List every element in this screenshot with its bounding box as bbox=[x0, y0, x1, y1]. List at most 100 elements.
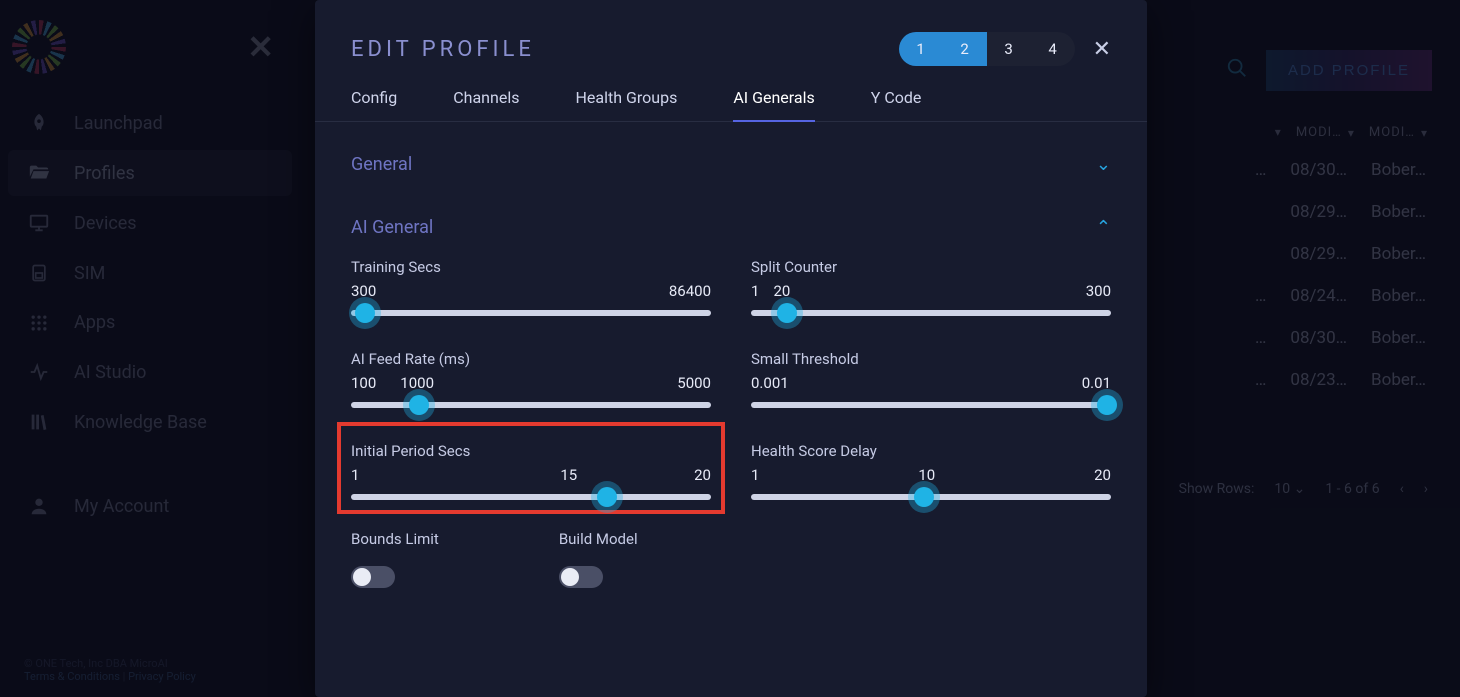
slider-label: Initial Period Secs bbox=[351, 442, 711, 460]
slider-track[interactable] bbox=[751, 494, 1111, 500]
sidebar-item-apps[interactable]: Apps bbox=[8, 300, 292, 345]
cell-date: 08/30… bbox=[1290, 328, 1347, 348]
cell-user: Bober… bbox=[1371, 160, 1426, 180]
prev-page-icon[interactable]: ‹ bbox=[1400, 481, 1404, 497]
sidebar-close-icon[interactable]: ✕ bbox=[243, 31, 278, 63]
slider-max: 0.01 bbox=[1082, 374, 1111, 392]
sidebar-item-label: Launchpad bbox=[74, 113, 163, 134]
toggle-build-model: Build Model bbox=[559, 530, 638, 588]
slider-thumb[interactable] bbox=[409, 395, 429, 415]
step-4[interactable]: 4 bbox=[1031, 32, 1075, 66]
slider-thumb[interactable] bbox=[597, 487, 617, 507]
sidebar-item-profiles[interactable]: Profiles bbox=[8, 150, 292, 196]
slider-thumb[interactable] bbox=[914, 487, 934, 507]
tab-y-code[interactable]: Y Code bbox=[871, 88, 922, 121]
filter-icon[interactable]: ▾ bbox=[1275, 125, 1282, 140]
tab-ai-generals[interactable]: AI Generals bbox=[733, 88, 814, 121]
cell-user: Bober… bbox=[1371, 202, 1426, 222]
cell-user: Bober… bbox=[1371, 244, 1426, 264]
step-indicator: 1 2 3 4 bbox=[899, 32, 1075, 66]
grid-icon bbox=[26, 313, 52, 333]
column-header-modified-by[interactable]: MODI… ▾ bbox=[1369, 125, 1428, 140]
sidebar-item-label: Profiles bbox=[74, 163, 135, 184]
sidebar-item-launchpad[interactable]: Launchpad bbox=[8, 100, 292, 146]
sim-icon bbox=[26, 262, 52, 284]
step-1[interactable]: 1 bbox=[899, 32, 943, 66]
folder-open-icon bbox=[26, 162, 52, 184]
slider-max: 20 bbox=[694, 466, 711, 484]
slider-value: 20 bbox=[773, 282, 790, 300]
modal-title: EDIT PROFILE bbox=[351, 37, 535, 62]
step-2[interactable]: 2 bbox=[943, 32, 987, 66]
sidebar-item-account[interactable]: My Account bbox=[8, 483, 292, 529]
toggle-label: Build Model bbox=[559, 530, 638, 548]
tab-health-groups[interactable]: Health Groups bbox=[575, 88, 677, 121]
slider-track[interactable] bbox=[351, 310, 711, 316]
show-rows-select[interactable]: 10 ⌄ bbox=[1274, 481, 1305, 497]
sidebar-item-ai-studio[interactable]: AI Studio bbox=[8, 349, 292, 395]
filter-icon[interactable]: ▾ bbox=[1421, 126, 1428, 140]
slider-health-score-delay[interactable]: Health Score Delay 1 10 20 bbox=[751, 442, 1111, 500]
app-logo bbox=[12, 20, 66, 74]
modal-close-icon[interactable]: ✕ bbox=[1093, 37, 1111, 62]
slider-label: Split Counter bbox=[751, 258, 1111, 276]
toggle-label: Bounds Limit bbox=[351, 530, 439, 548]
slider-split-counter[interactable]: Split Counter 1 20 300 bbox=[751, 258, 1111, 316]
slider-thumb[interactable] bbox=[1097, 395, 1117, 415]
pagination: Show Rows: 10 ⌄ 1 - 6 of 6 ‹ › bbox=[1179, 481, 1428, 497]
slider-ai-feed-rate[interactable]: AI Feed Rate (ms) 100 1000 5000 bbox=[351, 350, 711, 408]
filter-icon[interactable]: ▾ bbox=[1348, 126, 1355, 140]
slider-track[interactable] bbox=[351, 402, 711, 408]
footer-privacy-link[interactable]: Privacy Policy bbox=[128, 670, 196, 683]
column-header-modified[interactable]: MODI… ▾ bbox=[1296, 125, 1355, 140]
sidebar-item-label: AI Studio bbox=[74, 362, 146, 383]
slider-small-threshold[interactable]: Small Threshold 0.001 0.01 bbox=[751, 350, 1111, 408]
add-profile-button[interactable]: ADD PROFILE bbox=[1266, 50, 1432, 91]
slider-thumb[interactable] bbox=[777, 303, 797, 323]
sidebar-item-sim[interactable]: SIM bbox=[8, 250, 292, 296]
slider-max: 20 bbox=[1094, 466, 1111, 484]
slider-label: Small Threshold bbox=[751, 350, 1111, 368]
section-general[interactable]: General ⌄ bbox=[351, 144, 1111, 185]
slider-track[interactable] bbox=[751, 402, 1111, 408]
slider-value: 1000 bbox=[400, 374, 434, 392]
slider-max: 5000 bbox=[677, 374, 711, 392]
slider-track[interactable] bbox=[751, 310, 1111, 316]
slider-initial-period-secs[interactable]: Initial Period Secs 1 15 20 bbox=[351, 442, 711, 500]
cell-prefix: … bbox=[1255, 160, 1266, 180]
step-3[interactable]: 3 bbox=[987, 32, 1031, 66]
slider-min: 1 bbox=[751, 282, 759, 300]
sidebar-item-devices[interactable]: Devices bbox=[8, 200, 292, 246]
show-rows-label: Show Rows: bbox=[1179, 481, 1255, 497]
toggle-switch[interactable] bbox=[351, 566, 395, 588]
spark-icon bbox=[26, 361, 52, 383]
tab-config[interactable]: Config bbox=[351, 88, 397, 121]
tab-channels[interactable]: Channels bbox=[453, 88, 519, 121]
slider-min: 1 bbox=[751, 466, 759, 484]
cell-prefix: … bbox=[1255, 370, 1266, 390]
toggle-bounds-limit: Bounds Limit bbox=[351, 530, 439, 588]
cell-user: Bober… bbox=[1371, 286, 1426, 306]
cell-user: Bober… bbox=[1371, 370, 1426, 390]
slider-training-secs[interactable]: Training Secs 300 86400 bbox=[351, 258, 711, 316]
slider-max: 86400 bbox=[669, 282, 711, 300]
footer-terms-link[interactable]: Terms & Conditions bbox=[24, 670, 120, 683]
search-icon[interactable] bbox=[1226, 57, 1248, 84]
section-title: General bbox=[351, 154, 412, 175]
sidebar-item-knowledge-base[interactable]: Knowledge Base bbox=[8, 399, 292, 445]
slider-track[interactable] bbox=[351, 494, 711, 500]
toggle-switch[interactable] bbox=[559, 566, 603, 588]
section-ai-general[interactable]: AI General ⌃ bbox=[351, 207, 1111, 248]
cell-prefix: … bbox=[1255, 328, 1266, 348]
monitor-icon bbox=[26, 212, 52, 234]
sidebar: ✕ Launchpad Profiles Devices SIM bbox=[0, 0, 300, 697]
next-page-icon[interactable]: › bbox=[1424, 481, 1428, 497]
cell-date: 08/29… bbox=[1290, 244, 1347, 264]
slider-value: 10 bbox=[918, 466, 935, 484]
sidebar-item-label: Knowledge Base bbox=[74, 412, 207, 433]
slider-thumb[interactable] bbox=[355, 303, 375, 323]
slider-min: 0.001 bbox=[751, 374, 789, 392]
slider-label: Training Secs bbox=[351, 258, 711, 276]
slider-min: 300 bbox=[351, 282, 376, 300]
cell-date: 08/29… bbox=[1290, 202, 1347, 222]
